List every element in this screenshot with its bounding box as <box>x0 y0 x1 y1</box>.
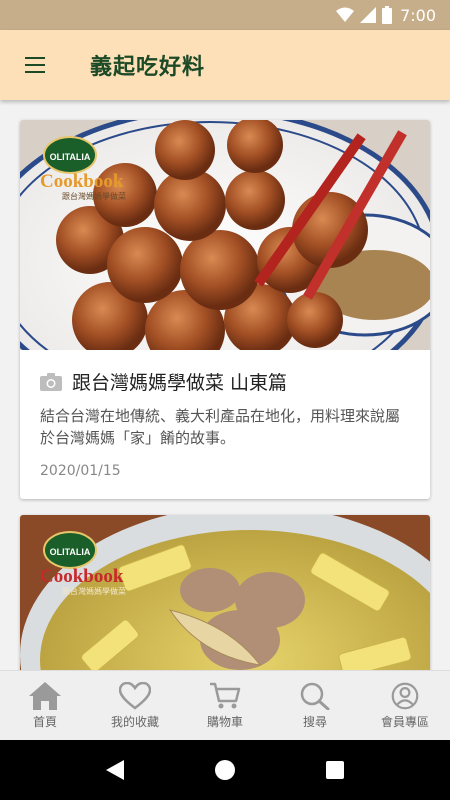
article-date: 2020/01/15 <box>40 463 121 479</box>
cookbook-subtitle: 跟台灣媽媽學做菜 <box>62 586 126 596</box>
article-card[interactable]: OLITALIA Cookbook 跟台灣媽媽學做菜 跟台灣媽媽學做菜 山東篇 … <box>20 120 430 499</box>
signal-icon <box>360 7 377 23</box>
nav-favorites[interactable]: 我的收藏 <box>90 681 180 730</box>
cookbook-subtitle: 跟台灣媽媽學做菜 <box>62 191 126 201</box>
cookbook-logo-text: Cookbook <box>40 566 124 587</box>
nav-member[interactable]: 會員專區 <box>360 682 450 730</box>
status-time: 7:00 <box>400 5 436 25</box>
brand-logo-text: OLITALIA <box>50 152 91 162</box>
article-body: 跟台灣媽媽學做菜 山東篇 結合台灣在地傳統、義大利產品在地化，用料理來說屬於台灣… <box>20 350 430 499</box>
nav-member-label: 會員專區 <box>380 714 429 729</box>
system-navigation-bar <box>0 740 450 800</box>
article-description: 結合台灣在地傳統、義大利產品在地化，用料理來說屬於台灣媽媽「家」餚的故事。 <box>40 407 401 447</box>
article-title-row: 跟台灣媽媽學做菜 山東篇 <box>40 368 410 395</box>
cookbook-logo-text: Cookbook <box>40 171 124 192</box>
meatballs-photo: OLITALIA Cookbook 跟台灣媽媽學做菜 <box>20 120 430 350</box>
home-icon <box>29 681 61 710</box>
app-bar: 義起吃好料 <box>0 30 450 100</box>
hamburger-menu-icon <box>25 57 45 73</box>
search-icon <box>300 682 330 710</box>
status-bar: 7:00 <box>0 0 450 30</box>
nav-cart[interactable]: 購物車 <box>180 682 270 730</box>
user-icon <box>391 682 419 709</box>
home-button[interactable] <box>205 750 245 790</box>
soup-photo: OLITALIA Cookbook 跟台灣媽媽學做菜 <box>20 515 430 670</box>
menu-button[interactable] <box>0 30 70 100</box>
nav-cart-label: 購物車 <box>206 714 243 729</box>
article-title: 跟台灣媽媽學做菜 山東篇 <box>72 372 288 394</box>
nav-home-label: 首頁 <box>32 714 57 729</box>
nav-favorites-label: 我的收藏 <box>110 714 159 729</box>
article-card[interactable]: OLITALIA Cookbook 跟台灣媽媽學做菜 <box>20 515 430 670</box>
nav-home[interactable]: 首頁 <box>0 681 90 730</box>
back-button[interactable] <box>95 750 135 790</box>
bottom-navigation: 首頁 我的收藏 購物車 搜尋 會員專區 <box>0 670 450 740</box>
heart-icon <box>119 681 151 710</box>
recents-square-icon <box>326 761 344 779</box>
recents-button[interactable] <box>315 750 355 790</box>
app-title: 義起吃好料 <box>90 55 206 80</box>
status-icons <box>336 6 393 24</box>
nav-search-label: 搜尋 <box>302 714 327 729</box>
article-feed[interactable]: OLITALIA Cookbook 跟台灣媽媽學做菜 跟台灣媽媽學做菜 山東篇 … <box>0 100 450 670</box>
home-circle-icon <box>215 760 235 780</box>
back-triangle-icon <box>106 760 124 780</box>
nav-search[interactable]: 搜尋 <box>270 682 360 730</box>
article-image[interactable]: OLITALIA Cookbook 跟台灣媽媽學做菜 <box>20 120 430 350</box>
cart-icon <box>210 682 241 708</box>
article-image[interactable]: OLITALIA Cookbook 跟台灣媽媽學做菜 <box>20 515 430 670</box>
camera-icon <box>40 372 62 391</box>
brand-logo-text: OLITALIA <box>50 547 91 557</box>
wifi-icon <box>336 7 355 22</box>
battery-icon <box>382 6 393 24</box>
